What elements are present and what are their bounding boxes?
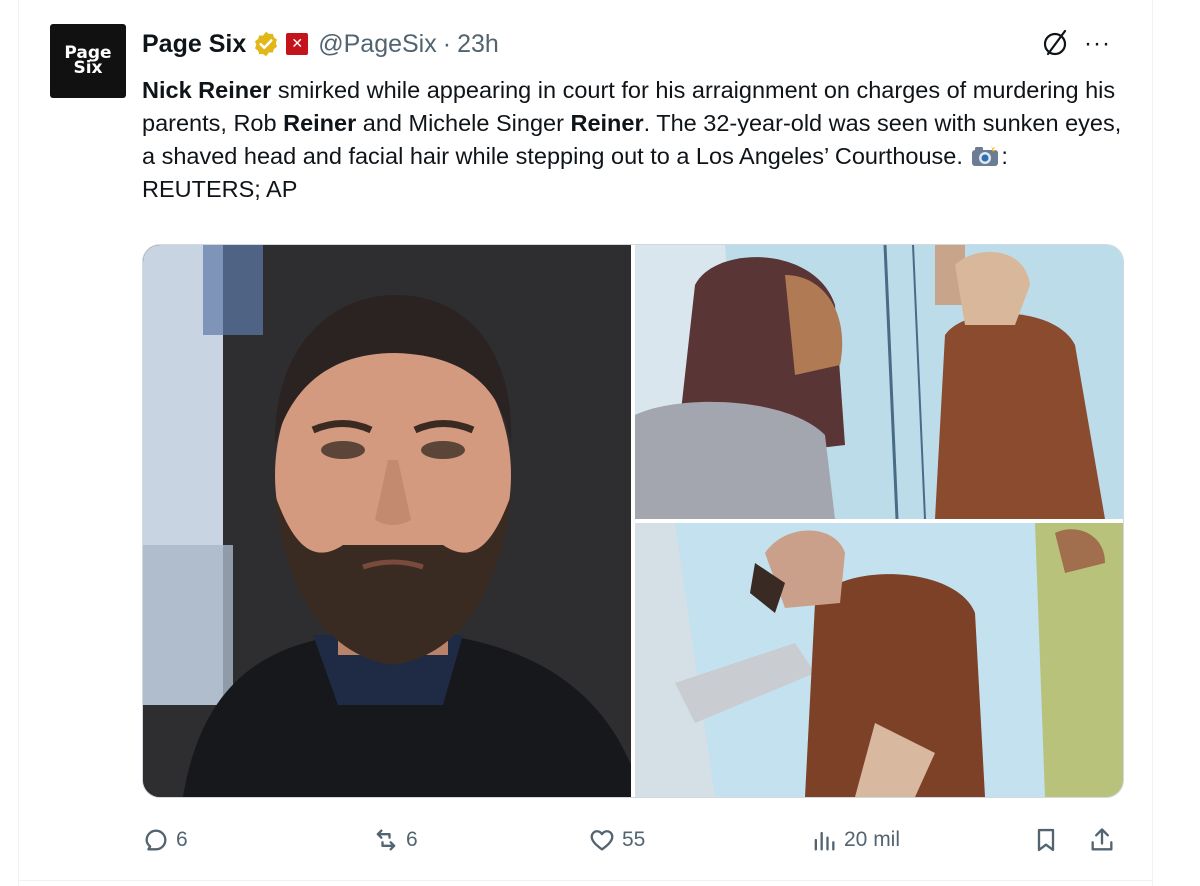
like-count: 55 [622, 828, 646, 851]
reply-count: 6 [176, 828, 188, 851]
views-count: 20 mil [844, 828, 901, 851]
separator-dot: · [442, 29, 452, 58]
bookmark-button[interactable] [1032, 818, 1066, 862]
share-icon [1091, 828, 1113, 851]
timestamp[interactable]: 23h [457, 30, 499, 59]
portrait-illustration [143, 245, 631, 797]
sketch-illustration-top [635, 245, 1123, 519]
tweet-text: Nick Reiner smirked while appearing in c… [142, 74, 1132, 206]
repost-count: 6 [406, 828, 418, 851]
tweet-actions: 6 6 55 20 mil [142, 818, 1132, 862]
like-button[interactable]: 55 [588, 818, 645, 862]
reply-button[interactable]: 6 [142, 818, 188, 862]
reply-icon [145, 829, 167, 851]
tweet-text-bold-2[interactable]: Reiner [283, 110, 356, 136]
tweet-divider [18, 880, 1152, 881]
avatar-line-2: Six [73, 58, 103, 78]
more-icon[interactable]: ··· [1084, 30, 1111, 58]
courtroom-sketch-top[interactable] [635, 245, 1123, 519]
grok-icon[interactable] [1040, 28, 1070, 58]
verified-badge-icon[interactable] [252, 30, 280, 58]
account-handle[interactable]: @PageSix [318, 30, 437, 59]
photo-portrait[interactable] [143, 245, 631, 797]
media-grid[interactable] [142, 244, 1124, 798]
account-name[interactable]: Page Six [142, 30, 246, 59]
tweet-header: Page Six ✕ @PageSix · 23h [142, 26, 499, 62]
tweet-text-part-2: and Michele Singer [356, 110, 571, 136]
bookmark-icon [1037, 828, 1055, 852]
camera-flash-emoji [972, 145, 999, 166]
retweet-icon [376, 829, 396, 851]
affiliation-badge-icon[interactable]: ✕ [286, 33, 309, 55]
tweet-text-bold-3[interactable]: Reiner [570, 110, 643, 136]
like-icon [590, 830, 614, 851]
avatar[interactable]: Page Six [50, 24, 126, 98]
sketch-illustration-bottom [635, 523, 1123, 797]
tweet-text-bold-1[interactable]: Nick Reiner [142, 77, 271, 103]
views-icon [814, 831, 835, 851]
left-column-border [0, 0, 19, 886]
views-button[interactable]: 20 mil [810, 818, 900, 862]
share-button[interactable] [1088, 818, 1122, 862]
courtroom-sketch-bottom[interactable] [635, 523, 1123, 797]
repost-button[interactable]: 6 [372, 818, 418, 862]
right-column-border [1152, 0, 1200, 886]
